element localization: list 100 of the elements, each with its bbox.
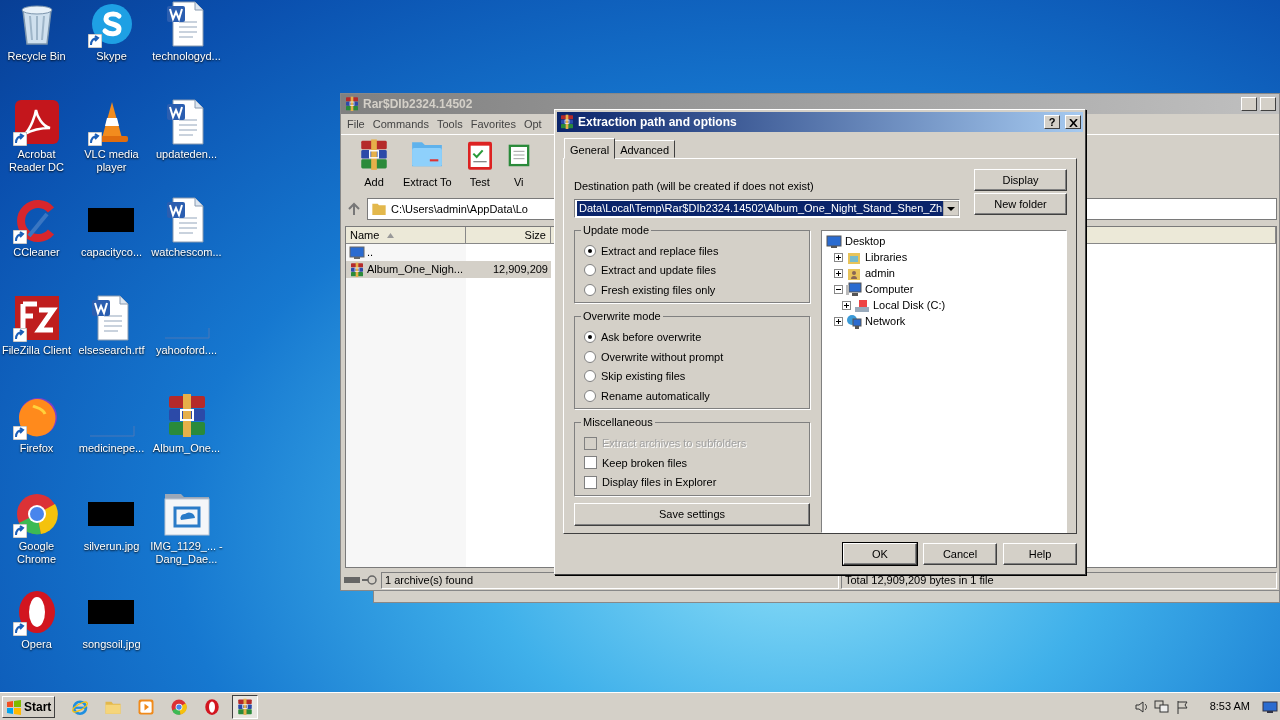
dialog-title: Extraction path and options: [578, 114, 737, 131]
o-logo-icon: [203, 697, 222, 716]
option-label: Ask before overwrite: [601, 330, 702, 345]
icon-label[interactable]: watchescom...: [148, 246, 225, 259]
radio-button[interactable]: [584, 283, 596, 296]
radio-button[interactable]: [584, 264, 596, 277]
archive-books-icon: [236, 697, 255, 716]
up-arrow-icon: [347, 202, 361, 216]
icon-label[interactable]: songsoil.jpg: [73, 638, 150, 651]
icon-label[interactable]: Firefox: [0, 442, 75, 455]
menu-item[interactable]: Commands: [368, 115, 433, 133]
radio-button[interactable]: [584, 350, 596, 363]
icon-label[interactable]: Opera: [0, 638, 75, 651]
radio-button[interactable]: [584, 389, 596, 402]
save-settings-button[interactable]: Save settings: [574, 502, 810, 526]
option-label: Display files in Explorer: [602, 475, 717, 490]
dialog-button[interactable]: Cancel: [923, 543, 997, 565]
toolbar-button[interactable]: Vi: [503, 137, 534, 190]
checkbox[interactable]: [584, 456, 597, 470]
icon-label[interactable]: Album_One...: [148, 442, 225, 455]
tree-item[interactable]: Computer: [865, 281, 914, 298]
radio-button[interactable]: [584, 331, 596, 344]
help-button[interactable]: ?: [1044, 115, 1060, 129]
monitor-icon: [349, 245, 365, 260]
group-title: Update mode: [581, 223, 652, 237]
dialog-button[interactable]: Help: [1003, 543, 1077, 565]
dialog-button[interactable]: New folder: [974, 193, 1067, 215]
option-label: Extract and replace files: [601, 243, 719, 259]
desktop-icon: [826, 233, 842, 250]
file-row[interactable]: Album_One_Nigh... 12,909,209: [346, 261, 551, 278]
option-label: Keep broken files: [602, 455, 687, 471]
tree-item[interactable]: Libraries: [865, 249, 908, 266]
expander-icon[interactable]: [834, 269, 843, 278]
toolbar-button[interactable]: Extract To: [399, 137, 456, 190]
option-label: Skip existing files: [601, 369, 686, 384]
icon-label[interactable]: updateden...: [148, 148, 225, 161]
menu-item[interactable]: File: [343, 115, 369, 133]
checkbox[interactable]: [584, 475, 597, 489]
expander-icon[interactable]: [834, 285, 843, 294]
tree-item[interactable]: admin: [865, 265, 895, 282]
taskbar-app[interactable]: [232, 694, 259, 719]
tab[interactable]: Advanced: [614, 140, 676, 158]
icon-label[interactable]: silverun.jpg: [73, 540, 150, 553]
clock[interactable]: 8:53 AM: [1209, 698, 1250, 715]
speaker-icon: [1133, 699, 1148, 714]
start-button[interactable]: Start: [2, 695, 56, 718]
expander-icon[interactable]: [842, 301, 851, 310]
dialog-button[interactable]: Display: [974, 169, 1067, 191]
expander-icon[interactable]: [834, 253, 843, 262]
toolbar-button[interactable]: Add: [353, 137, 395, 190]
column-header[interactable]: Size: [466, 227, 551, 244]
network-icon: [846, 313, 862, 330]
expander-icon[interactable]: [834, 317, 843, 326]
media-player-icon: [137, 697, 156, 716]
icon-label[interactable]: technologyd...: [148, 50, 225, 63]
file-name: Album_One_Nigh...: [367, 262, 463, 278]
window-title: Rar$DIb2324.14502: [363, 96, 473, 113]
maximize-button[interactable]: [1260, 97, 1276, 111]
icon-label[interactable]: yahooford....: [148, 344, 225, 357]
dialog-button[interactable]: OK: [843, 543, 917, 565]
column-header[interactable]: Name: [346, 227, 466, 244]
icon-label[interactable]: Google Chrome: [0, 540, 75, 566]
file-name: ..: [367, 245, 374, 261]
tab[interactable]: General: [564, 138, 616, 159]
menu-item[interactable]: Tools: [433, 115, 467, 133]
group-title: Overwrite mode: [581, 310, 663, 323]
close-icon: [1068, 119, 1078, 128]
icon-label[interactable]: medicinepe...: [73, 442, 150, 455]
file-size: 12,909,209: [491, 262, 549, 278]
icon-label[interactable]: Skype: [73, 50, 150, 63]
close-button[interactable]: [1065, 115, 1081, 129]
icon-label[interactable]: elsesearch.rtf: [73, 344, 150, 357]
hard-disk-icon: [854, 297, 870, 314]
show-desktop-icon: [1262, 699, 1278, 714]
icon-label[interactable]: IMG_1129_... - Dang_Dae...: [148, 540, 225, 566]
radio-button[interactable]: [584, 370, 596, 383]
menu-item[interactable]: Opt: [519, 115, 546, 133]
menu-item[interactable]: Favorites: [466, 115, 520, 133]
windows-flag-icon: [6, 698, 22, 715]
option-label: Rename automatically: [601, 388, 710, 404]
icon-label[interactable]: CCleaner: [0, 246, 75, 259]
file-row[interactable]: ..: [346, 244, 551, 261]
icon-label[interactable]: FileZilla Client: [0, 344, 75, 357]
icon-label[interactable]: Recycle Bin: [0, 50, 75, 63]
icon-label[interactable]: capacityco...: [73, 246, 150, 259]
tree-item[interactable]: Network: [865, 313, 906, 330]
pdf-app-icon: [12, 98, 61, 146]
minimize-button[interactable]: [1241, 97, 1257, 111]
dropdown-arrow-icon: [943, 200, 959, 216]
archive-books-icon: [349, 261, 365, 278]
destination-combo[interactable]: Data\Local\Temp\Rar$DIb2324.14502\Album_One_Night_Stand_Shen_Zhi: [574, 198, 960, 218]
icon-label[interactable]: Acrobat Reader DC: [0, 148, 75, 174]
option-label: Extract and update files: [601, 263, 716, 278]
tree-item[interactable]: Desktop: [845, 233, 886, 250]
tree-item[interactable]: Local Disk (C:): [873, 297, 946, 314]
icon-label[interactable]: VLC media player: [73, 148, 150, 174]
toolbar-button[interactable]: Test: [459, 137, 500, 190]
group-title: Miscellaneous: [581, 416, 655, 429]
radio-button[interactable]: [584, 244, 596, 257]
folder-icon: [371, 201, 387, 217]
